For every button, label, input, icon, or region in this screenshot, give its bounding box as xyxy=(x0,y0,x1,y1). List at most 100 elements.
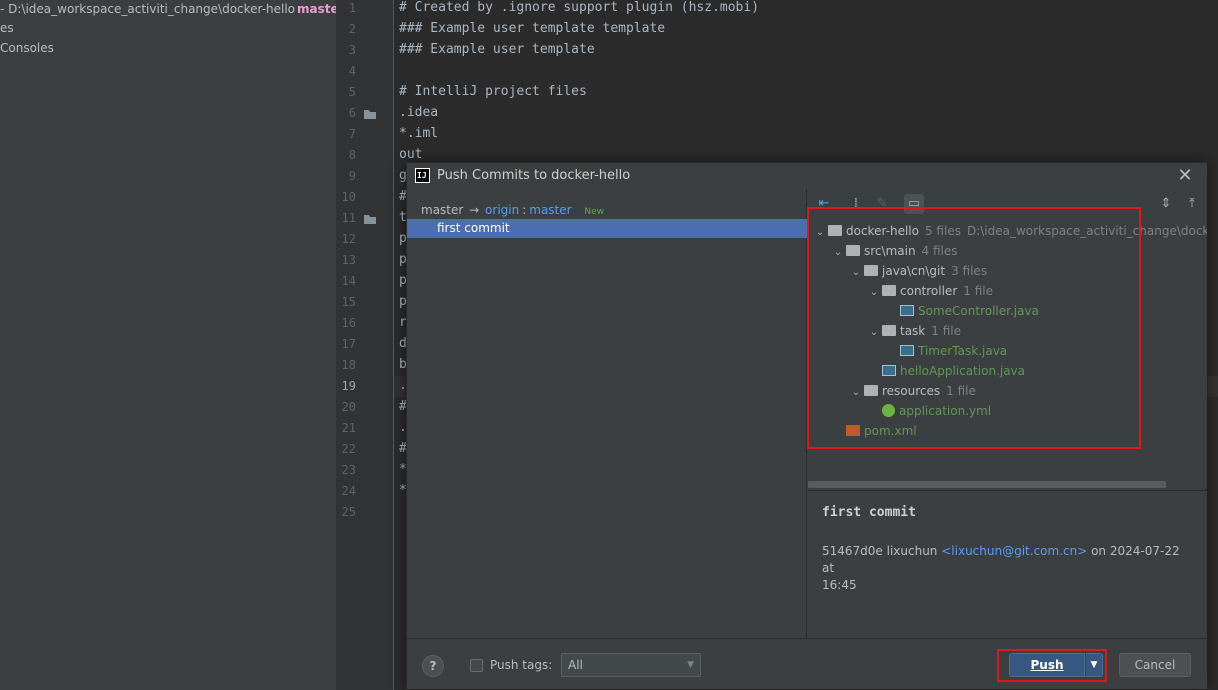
tree-item[interactable]: helloApplication.java xyxy=(866,361,1025,381)
tree-item-name: src\main xyxy=(864,244,916,258)
push-tags-label[interactable]: Push tags: xyxy=(490,658,552,672)
chevron-down-icon[interactable]: ⌄ xyxy=(848,383,864,403)
commit-time: 16:45 xyxy=(822,578,857,592)
tree-item-name: task xyxy=(900,324,926,338)
module-folder-icon xyxy=(828,225,842,236)
line-number: 16 xyxy=(341,316,356,330)
cancel-button[interactable]: Cancel xyxy=(1119,653,1191,677)
tree-item[interactable]: ⌄ java\cn\git 3 files xyxy=(848,261,987,281)
tree-item-name: controller xyxy=(900,284,958,298)
tree-item-name: SomeController.java xyxy=(918,304,1039,318)
java-class-icon xyxy=(900,305,914,316)
chevron-down-icon[interactable]: ⌄ xyxy=(830,243,846,263)
line-number: 11 xyxy=(341,211,356,225)
project-root-path: - D:\idea_workspace_activiti_change\dock… xyxy=(0,2,296,16)
line-number: 15 xyxy=(341,295,356,309)
maven-icon xyxy=(846,425,860,436)
push-button-label: Push xyxy=(1030,658,1064,672)
line-number: 2 xyxy=(348,22,356,36)
commit-list-item[interactable]: first commit xyxy=(407,219,807,238)
horizontal-scrollbar[interactable] xyxy=(808,481,1166,488)
commit-metadata: 51467d0e lixuchun <lixuchun@git.com.cn> … xyxy=(822,543,1192,594)
preview-diff-icon[interactable]: ▭ xyxy=(904,194,924,214)
line-number: 5 xyxy=(348,85,356,99)
tree-item-count: 4 files xyxy=(921,244,958,258)
chevron-down-icon[interactable]: ⌄ xyxy=(866,283,882,303)
tree-item[interactable]: ⌄ controller 1 file xyxy=(866,281,993,301)
line-number: 14 xyxy=(341,274,356,288)
tree-item[interactable]: TimerTask.java xyxy=(884,341,1007,361)
collapse-all-icon[interactable]: ⤒ xyxy=(1182,194,1202,214)
arrow-left-icon[interactable]: ⇤ xyxy=(814,194,834,214)
code-line[interactable]: # Created by .ignore support plugin (hsz… xyxy=(399,1,759,15)
project-item-scratches-consoles[interactable]: Consoles xyxy=(0,39,54,57)
close-icon[interactable]: ✕ xyxy=(1175,166,1195,186)
code-line[interactable]: *.iml xyxy=(399,127,438,141)
tree-item-count: 3 files xyxy=(951,264,988,278)
java-class-icon xyxy=(900,345,914,356)
project-root-row[interactable]: - D:\idea_workspace_activiti_change\dock… xyxy=(0,0,349,18)
help-button[interactable]: ? xyxy=(422,655,444,677)
push-button[interactable]: Push xyxy=(1009,653,1085,677)
push-commits-dialog: IJ Push Commits to docker-hello ✕ master… xyxy=(406,162,1207,689)
new-branch-badge: New xyxy=(584,207,605,217)
tree-item-name: resources xyxy=(882,384,941,398)
code-line[interactable]: ### Example user template template xyxy=(399,22,665,36)
tree-item-count: 1 file xyxy=(931,324,961,338)
code-line[interactable]: # IntelliJ project files xyxy=(399,85,587,99)
line-number: 1 xyxy=(348,1,356,15)
tree-item[interactable]: ⌄ docker-hello 5 files D:\idea_workspace_ac… xyxy=(812,221,1207,241)
line-number: 25 xyxy=(341,505,356,519)
push-tags-select[interactable]: All ▼ xyxy=(561,653,701,677)
push-options-dropdown-icon[interactable]: ▼ xyxy=(1085,653,1103,677)
code-line[interactable]: ### Example user template xyxy=(399,43,595,57)
tree-item[interactable]: application.yml xyxy=(866,401,991,421)
tree-item-name: docker-hello xyxy=(846,224,919,238)
files-toolbar: ⇤ ⁞ ✎ ▭ ⇕ ⤒ xyxy=(808,191,1207,217)
folder-icon xyxy=(882,285,896,296)
tree-item[interactable]: SomeController.java xyxy=(884,301,1039,321)
tree-item-name: pom.xml xyxy=(864,424,917,438)
line-number: 7 xyxy=(348,127,356,141)
chevron-down-icon[interactable]: ⌄ xyxy=(812,223,828,243)
editor-gutter: 1 2 3 4 5 6 7 8 9 10 11 12 13 14 15 16 17 18 19 20 21 22 23 24 2… xyxy=(336,0,394,690)
remote-name-link[interactable]: origin xyxy=(485,203,519,217)
tree-item[interactable]: ⌄ task 1 file xyxy=(866,321,961,341)
dialog-title: Push Commits to docker-hello xyxy=(437,168,631,183)
changed-files-pane: ⇤ ⁞ ✎ ▭ ⇕ ⤒ ⌄ docker-hello 5 files D:\idea_… xyxy=(808,189,1207,489)
line-number: 13 xyxy=(341,253,356,267)
tree-item-name: helloApplication.java xyxy=(900,364,1026,378)
remote-separator: : xyxy=(522,203,527,217)
push-tags-checkbox[interactable] xyxy=(470,659,483,672)
tree-item-count: 1 file xyxy=(946,384,976,398)
remote-branch-link[interactable]: master xyxy=(529,203,571,217)
chevron-down-icon[interactable]: ⌄ xyxy=(848,263,864,283)
commit-hash-author: 51467d0e lixuchun xyxy=(822,544,938,558)
line-number: 3 xyxy=(348,43,356,57)
tree-item[interactable]: ⌄ resources 1 file xyxy=(848,381,976,401)
line-number: 10 xyxy=(341,190,356,204)
author-email-link[interactable]: <lixuchun@git.com.cn> xyxy=(941,544,1087,558)
tree-item-name: java\cn\git xyxy=(882,264,946,278)
chevron-down-icon: ▼ xyxy=(687,660,694,670)
code-line[interactable]: out xyxy=(399,148,422,162)
repository-row[interactable]: master → origin: master New xyxy=(421,201,604,219)
line-number: 20 xyxy=(341,400,356,414)
project-item-libraries[interactable]: es xyxy=(0,19,14,37)
tree-item[interactable]: ⌄ src\main 4 files xyxy=(830,241,958,261)
folder-icon xyxy=(864,265,878,276)
expand-all-icon[interactable]: ⇕ xyxy=(1156,194,1176,214)
chevron-down-icon[interactable]: ⌄ xyxy=(866,323,882,343)
code-line[interactable]: .idea xyxy=(399,106,438,120)
line-number: 12 xyxy=(341,232,356,246)
tree-item-count: 5 files xyxy=(924,224,961,238)
group-by-icon[interactable]: ⁞ xyxy=(846,194,866,214)
tree-item[interactable]: pom.xml xyxy=(830,421,917,441)
line-number: 17 xyxy=(341,337,356,351)
intellij-logo-icon: IJ xyxy=(415,168,430,183)
commits-pane: master → origin: master New first commit xyxy=(407,189,807,638)
commit-details-pane: first commit 51467d0e lixuchun <lixuchun… xyxy=(808,490,1207,638)
edit-icon[interactable]: ✎ xyxy=(872,194,892,214)
line-number: 8 xyxy=(348,148,356,162)
tree-item-name: application.yml xyxy=(899,404,992,418)
